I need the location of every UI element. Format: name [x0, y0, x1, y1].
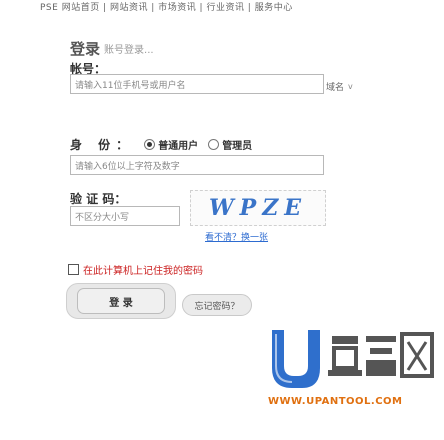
account-input[interactable]: 请输入11位手机号或用户名 — [70, 74, 324, 94]
account-placeholder: 请输入11位手机号或用户名 — [75, 80, 186, 91]
captcha-refresh-link[interactable]: 看不清？换一张 — [205, 230, 268, 243]
forgot-password-button[interactable]: 忘记密码？ — [182, 294, 252, 316]
identity-label: 身 份： — [70, 137, 135, 152]
login-button[interactable]: 登 录 — [66, 283, 176, 319]
brand-logo-graphic — [272, 330, 434, 388]
captcha-input[interactable]: 不区分大小写 — [70, 206, 180, 226]
captcha-image[interactable]: WPZE — [190, 190, 326, 226]
checkbox-icon[interactable] — [68, 264, 79, 275]
top-navigation[interactable]: PSE 网站首页 | 网站资讯 | 市场资讯 | 行业资讯 | 服务中心 — [40, 0, 293, 14]
password-input[interactable]: 请输入6位以上字符及数字 — [70, 155, 324, 175]
captcha-label: 验 证 码： — [70, 192, 127, 206]
radio-unchecked-icon — [208, 138, 220, 150]
login-header: 登录 账号登录... — [70, 38, 154, 58]
identity-selector: 身 份： 普通用户 管理员 — [70, 135, 252, 153]
identity-option-admin[interactable]: 管理员 — [208, 137, 252, 152]
domain-select[interactable]: 域名 v — [326, 78, 358, 94]
password-placeholder: 请输入6位以上字符及数字 — [75, 161, 180, 172]
identity-option-normal[interactable]: 普通用户 — [144, 137, 198, 152]
remember-password[interactable]: 在此计算机上记住我的密码 — [68, 262, 203, 277]
captcha-placeholder: 不区分大小写 — [75, 212, 130, 223]
login-button-label: 登 录 — [77, 288, 165, 314]
brand-logo: WWW.UPANTOOL.COM — [262, 318, 438, 410]
page-subtitle: 账号登录... — [104, 44, 154, 56]
brand-site-url[interactable]: WWW.UPANTOOL.COM — [268, 396, 403, 407]
remember-label: 在此计算机上记住我的密码 — [83, 266, 203, 277]
chevron-down-icon: v — [348, 81, 353, 91]
page-title: 登录 — [70, 39, 101, 58]
radio-checked-icon — [144, 138, 156, 150]
domain-select-label: 域名 — [326, 82, 345, 93]
